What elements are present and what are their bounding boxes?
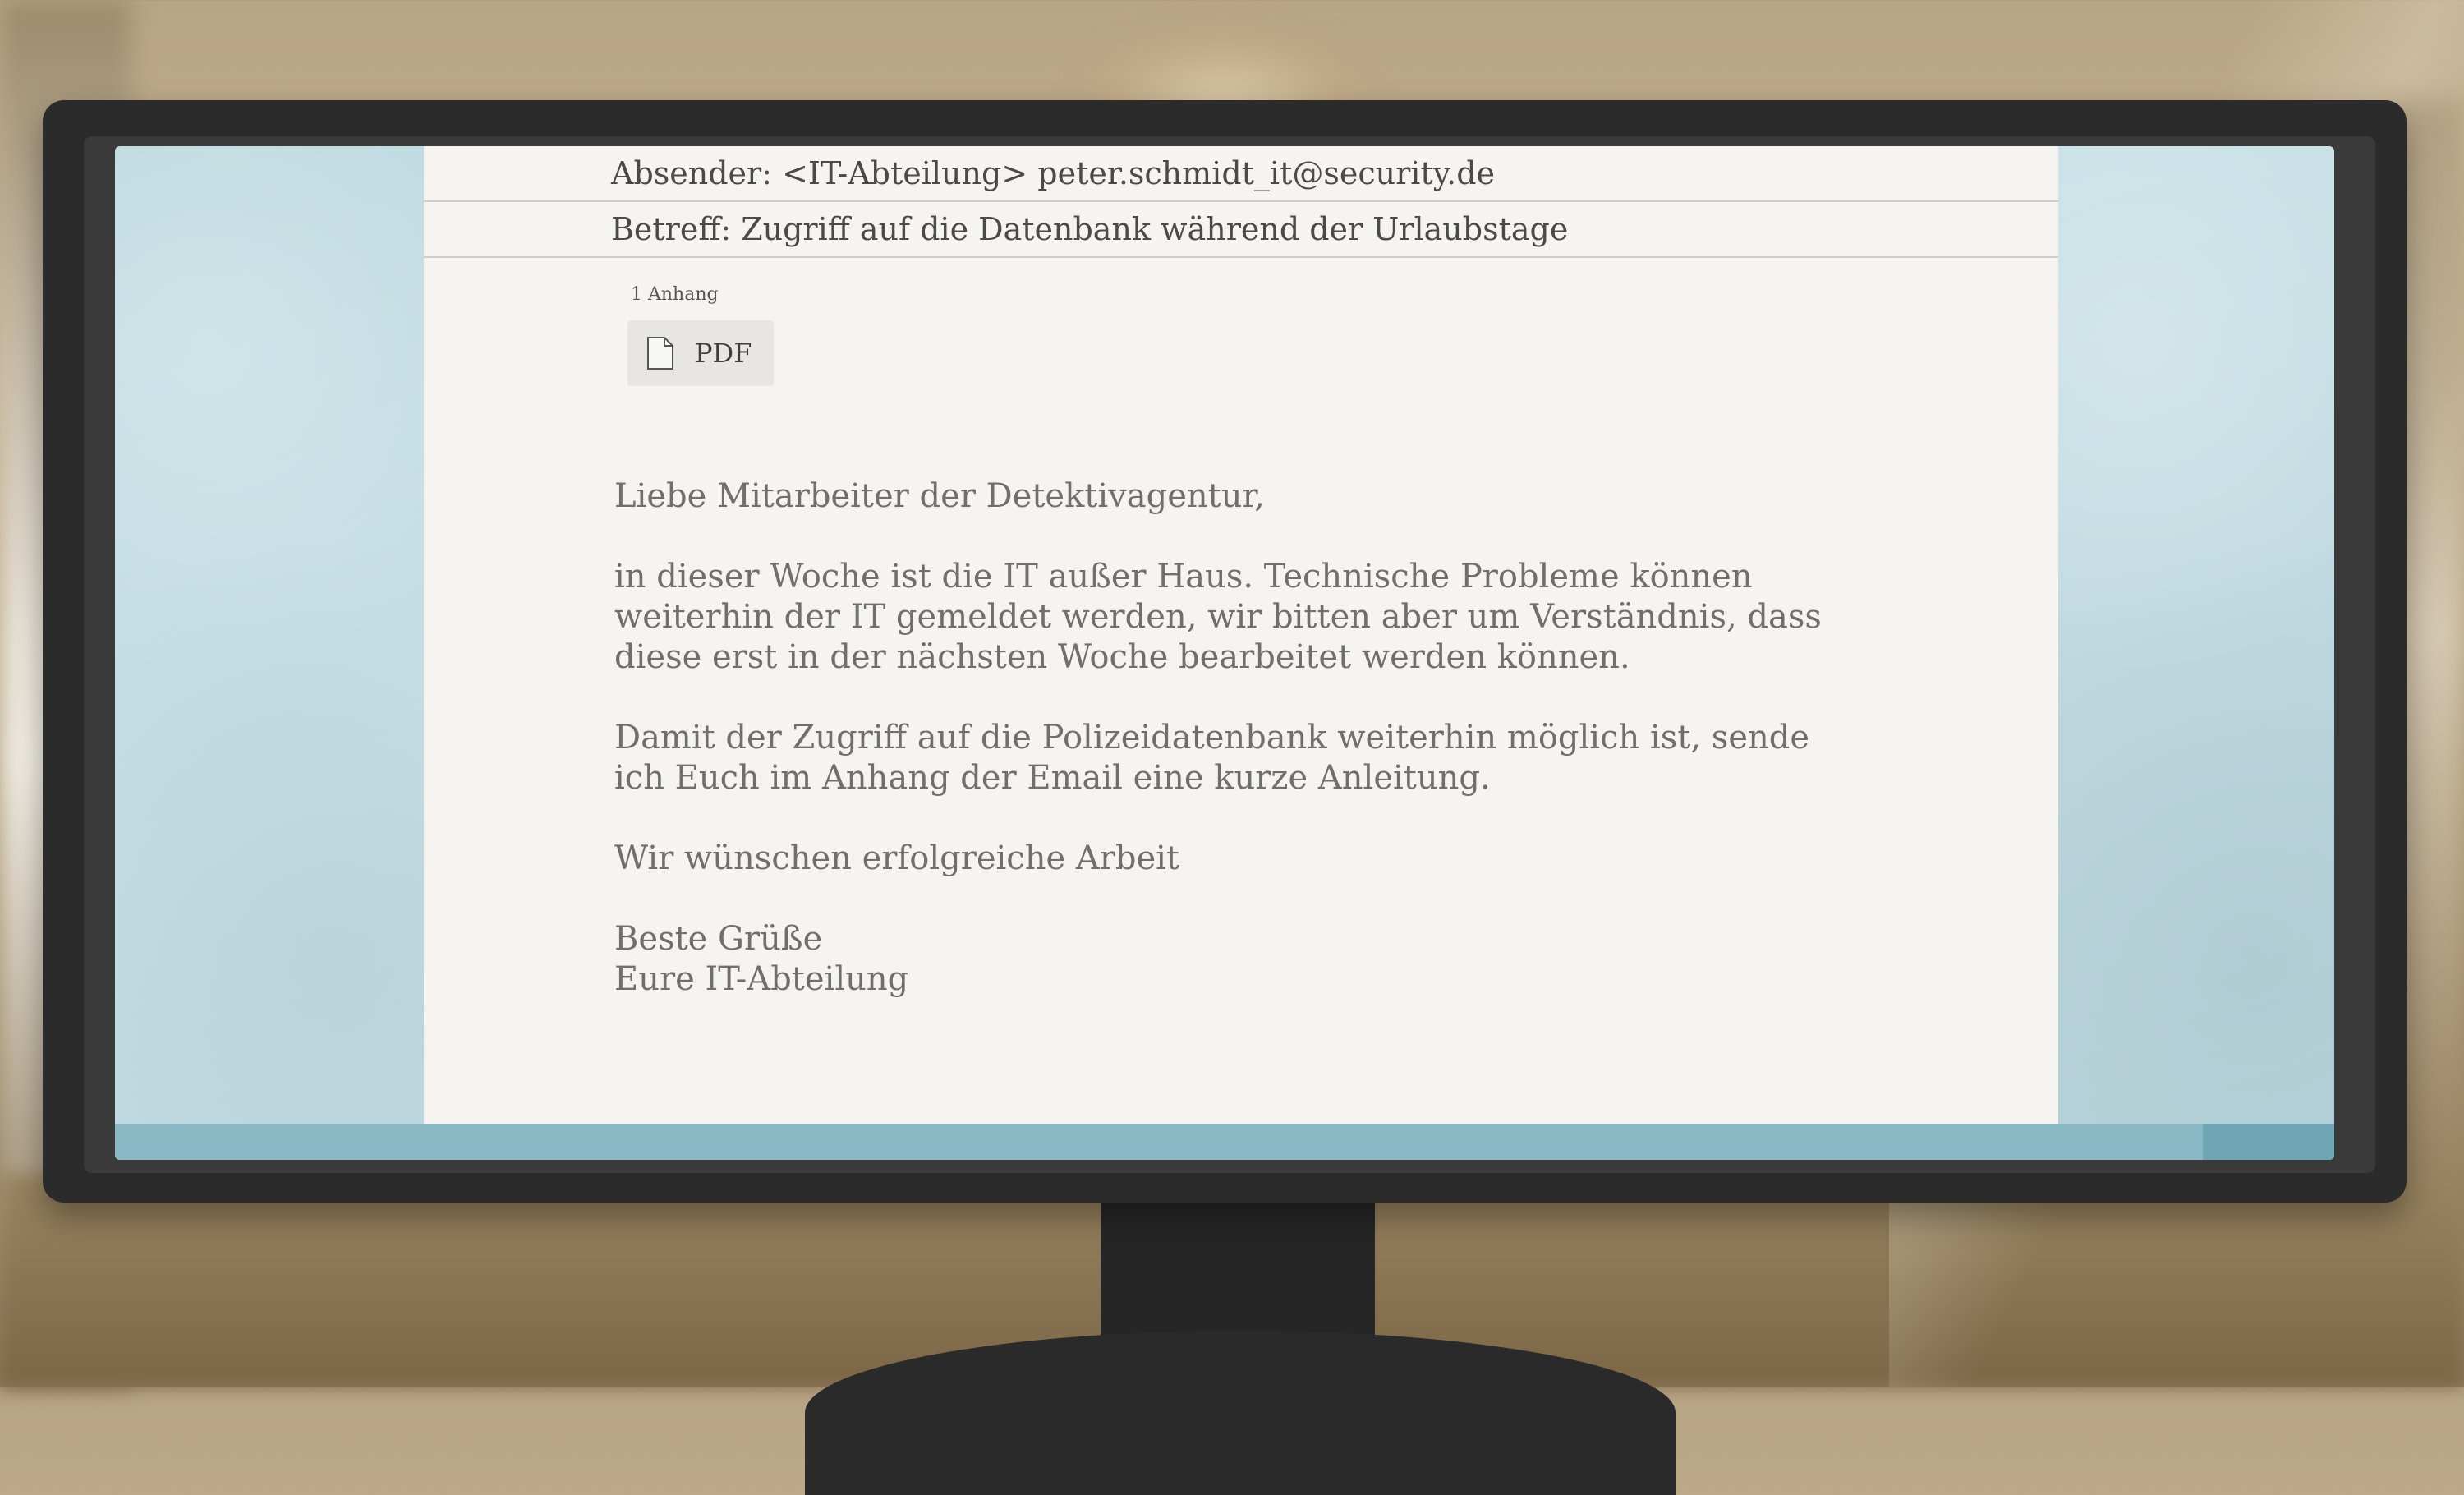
email-signoff: Beste Grüße Eure IT-Abteilung <box>614 920 909 998</box>
email-paragraph: Wir wünschen erfolgreiche Arbeit <box>614 840 1180 877</box>
file-icon <box>644 334 677 372</box>
email-sender-row: Absender: <IT-Abteilung> peter.schmidt_i… <box>424 146 2058 202</box>
desktop-right-area <box>2058 146 2334 1160</box>
taskbar-accent <box>2203 1124 2334 1160</box>
attachment-count: 1 Anhang <box>631 284 719 305</box>
email-paragraph: in dieser Woche ist die IT außer Haus. T… <box>614 558 1822 676</box>
email-paragraph: Damit der Zugriff auf die Polizeidatenba… <box>614 719 1810 797</box>
pdf-attachment[interactable]: PDF <box>627 320 774 386</box>
email-subject-row: Betreff: Zugriff auf die Datenbank währe… <box>424 202 2058 258</box>
email-sender: Absender: <IT-Abteilung> peter.schmidt_i… <box>611 155 1496 191</box>
email-window: Absender: <IT-Abteilung> peter.schmidt_i… <box>424 146 2058 1124</box>
desktop-left-area <box>115 146 424 1160</box>
monitor-screen: Absender: <IT-Abteilung> peter.schmidt_i… <box>115 146 2334 1160</box>
taskbar <box>115 1124 2334 1160</box>
monitor-stand-base <box>805 1331 1676 1495</box>
email-greeting: Liebe Mitarbeiter der Detektivagentur, <box>614 477 1265 515</box>
email-body: Liebe Mitarbeiter der Detektivagentur, i… <box>614 476 1896 1000</box>
attachment-type-label: PDF <box>695 338 752 369</box>
email-subject: Betreff: Zugriff auf die Datenbank währe… <box>611 211 1569 247</box>
